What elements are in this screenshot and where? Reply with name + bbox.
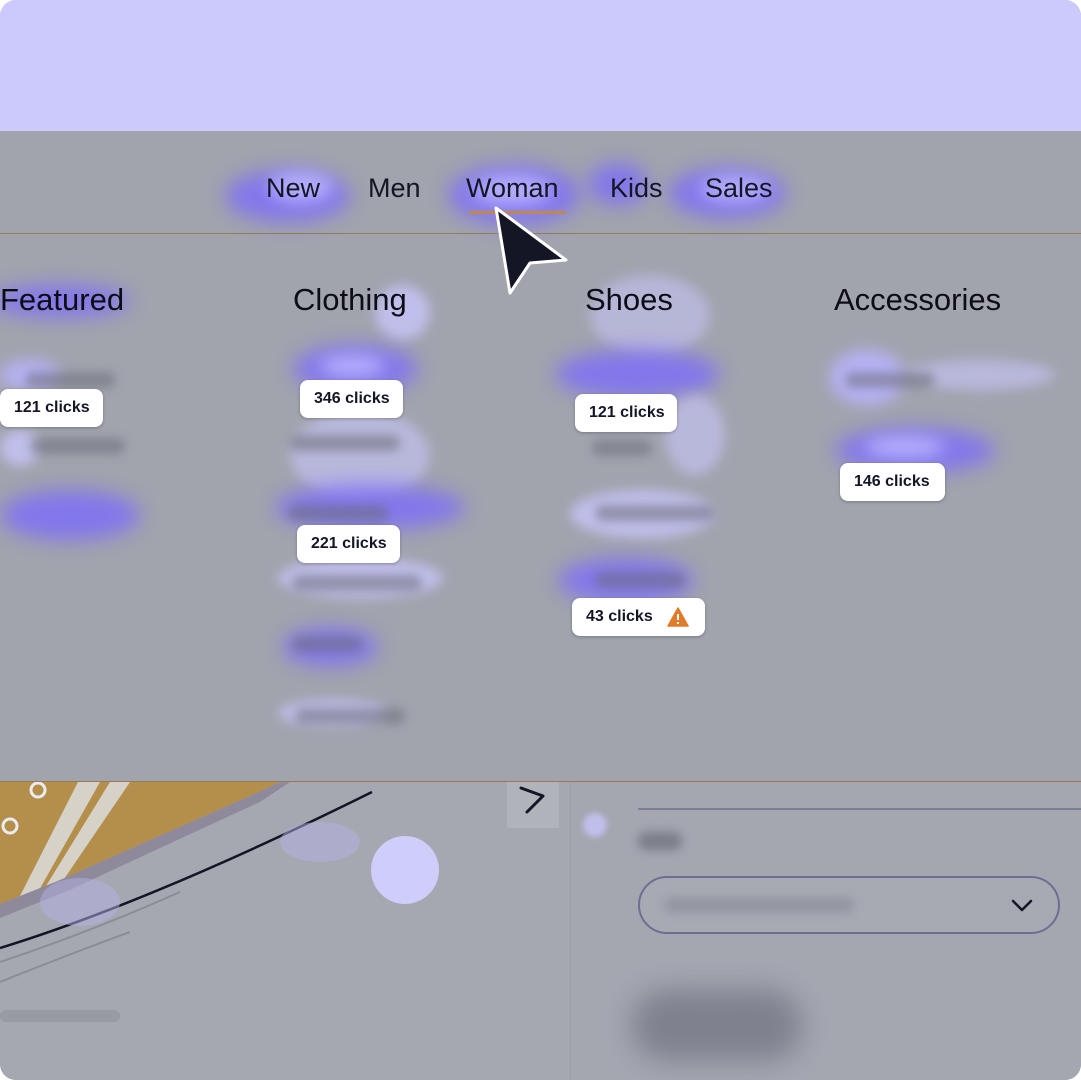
- menu-link-blurred[interactable]: [295, 708, 405, 724]
- column-heading-clothing[interactable]: Clothing: [293, 280, 407, 320]
- pointer-cursor-icon: [494, 206, 568, 295]
- menu-link-blurred[interactable]: [595, 505, 715, 521]
- size-select[interactable]: [638, 876, 1060, 934]
- click-count-text: 43 clicks: [586, 608, 653, 625]
- heat-spot: [583, 813, 607, 837]
- click-count-badge: 221 clicks: [297, 525, 400, 563]
- heat-spot: [865, 436, 945, 458]
- click-count-badge: 121 clicks: [575, 394, 677, 432]
- heat-spot: [555, 350, 720, 398]
- menu-link-blurred[interactable]: [30, 438, 125, 454]
- nav-item-woman[interactable]: Woman: [466, 170, 559, 206]
- nav-item-men[interactable]: Men: [368, 170, 421, 206]
- column-heading-accessories[interactable]: Accessories: [834, 280, 1001, 320]
- click-count-badge: 346 clicks: [300, 380, 403, 418]
- next-image-button[interactable]: [507, 782, 559, 828]
- nav-item-new[interactable]: New: [266, 170, 320, 206]
- menu-link-blurred[interactable]: [845, 372, 935, 388]
- click-count-text: 146 clicks: [854, 473, 930, 490]
- heat-spot: [0, 490, 140, 540]
- heat-spot: [320, 355, 385, 377]
- menu-link-blurred[interactable]: [292, 636, 362, 652]
- header-band: [0, 0, 1081, 131]
- nav-item-sales[interactable]: Sales: [705, 170, 773, 206]
- chevron-down-icon: [1011, 899, 1033, 912]
- details-divider: [638, 808, 1081, 810]
- add-to-cart-button-blurred[interactable]: [632, 990, 802, 1060]
- menu-link-blurred[interactable]: [288, 505, 388, 521]
- click-count-text: 121 clicks: [589, 404, 665, 421]
- warning-icon: [666, 607, 689, 627]
- size-select-placeholder-blurred: [664, 898, 854, 912]
- menu-link-blurred[interactable]: [25, 372, 115, 388]
- click-count-badge: 121 clicks: [0, 389, 103, 427]
- click-count-badge: 146 clicks: [840, 463, 945, 501]
- column-heading-shoes[interactable]: Shoes: [585, 280, 673, 320]
- chevron-right-icon: [519, 786, 545, 814]
- column-heading-featured[interactable]: Featured: [0, 280, 124, 320]
- size-label-blurred: [638, 832, 682, 850]
- menu-link-blurred[interactable]: [595, 572, 685, 588]
- nav-item-kids[interactable]: Kids: [610, 170, 663, 206]
- click-count-text: 221 clicks: [311, 535, 387, 552]
- click-count-text: 121 clicks: [14, 399, 90, 416]
- menu-link-blurred[interactable]: [592, 440, 652, 456]
- menu-link-blurred[interactable]: [290, 435, 400, 451]
- sneaker-image: [0, 782, 439, 1022]
- menu-link-blurred[interactable]: [292, 575, 422, 591]
- heatmap-frame: New Men Woman Kids Sales Featured Clothi…: [0, 0, 1081, 1080]
- click-count-text: 346 clicks: [314, 390, 390, 407]
- click-count-badge-warning: 43 clicks: [572, 598, 705, 636]
